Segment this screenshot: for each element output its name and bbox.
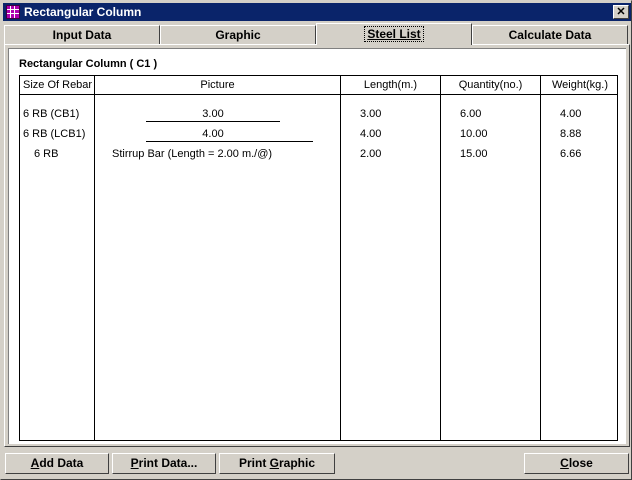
add-data-button[interactable]: Add Data	[5, 453, 109, 474]
tab-label: Steel List	[364, 26, 424, 42]
panel-content: Rectangular Column ( C1 ) Size Of Rebar …	[8, 48, 626, 444]
header-quantity: Quantity(no.)	[458, 79, 523, 91]
header-picture: Picture	[200, 79, 235, 91]
close-window-button[interactable]: ✕	[613, 5, 629, 19]
row1-weight: 4.00	[560, 108, 582, 120]
header-divider	[20, 94, 617, 95]
header-size: Size Of Rebar	[23, 79, 93, 91]
row3-length: 2.00	[360, 148, 382, 160]
tab-label: Input Data	[52, 28, 112, 42]
button-mnemonic: C	[560, 456, 569, 470]
button-label-post: rint Data...	[138, 456, 198, 470]
row1-picture-label: 3.00	[202, 108, 224, 120]
row1-rebar-line	[146, 121, 280, 122]
row2-rebar-line	[146, 141, 313, 142]
row3-size: 6 RB	[34, 148, 59, 160]
button-label-post: dd Data	[39, 456, 84, 470]
steel-list-panel: Rectangular Column ( C1 ) Size Of Rebar …	[4, 44, 630, 447]
title-bar[interactable]: Rectangular Column ✕	[3, 3, 631, 21]
row3-picture-label: Stirrup Bar (Length = 2.00 m./@)	[112, 148, 273, 160]
button-label-post: lose	[568, 456, 593, 470]
tab-strip: Input Data Graphic Steel List Calculate …	[4, 23, 630, 45]
steel-table: Size Of Rebar Picture Length(m.) Quantit…	[19, 75, 618, 441]
button-label-post: raphic	[279, 456, 316, 470]
row2-quantity: 10.00	[460, 128, 488, 140]
row1-quantity: 6.00	[460, 108, 482, 120]
row1-size: 6 RB (CB1)	[23, 108, 80, 120]
header-weight: Weight(kg.)	[551, 79, 609, 91]
tab-calculate-data[interactable]: Calculate Data	[472, 25, 628, 45]
column-divider	[540, 76, 541, 440]
tab-graphic[interactable]: Graphic	[160, 25, 316, 45]
row2-size: 6 RB (LCB1)	[23, 128, 86, 140]
column-divider	[340, 76, 341, 440]
print-graphic-button[interactable]: Print Graphic	[219, 453, 335, 474]
button-mnemonic: P	[130, 456, 139, 470]
button-label-pre: Print	[238, 456, 270, 470]
panel-heading: Rectangular Column ( C1 )	[19, 58, 158, 70]
row2-picture-label: 4.00	[202, 128, 224, 140]
row3-weight: 6.66	[560, 148, 582, 160]
header-length: Length(m.)	[363, 79, 418, 91]
button-mnemonic: G	[269, 456, 279, 470]
tab-steel-list[interactable]: Steel List	[316, 23, 472, 45]
print-data-button[interactable]: Print Data...	[112, 453, 216, 474]
tab-input-data[interactable]: Input Data	[4, 25, 160, 45]
row2-length: 4.00	[360, 128, 382, 140]
column-divider	[94, 76, 95, 440]
window-title: Rectangular Column	[24, 5, 142, 19]
row3-quantity: 15.00	[460, 148, 488, 160]
close-icon: ✕	[616, 5, 626, 18]
row2-weight: 8.88	[560, 128, 582, 140]
column-divider	[440, 76, 441, 440]
grid-app-icon	[6, 5, 20, 19]
close-button[interactable]: Close	[524, 453, 629, 474]
tab-label: Graphic	[215, 28, 261, 42]
tab-label: Calculate Data	[508, 28, 592, 42]
main-window: Rectangular Column ✕ Input Data Graphic …	[0, 0, 632, 480]
row1-length: 3.00	[360, 108, 382, 120]
